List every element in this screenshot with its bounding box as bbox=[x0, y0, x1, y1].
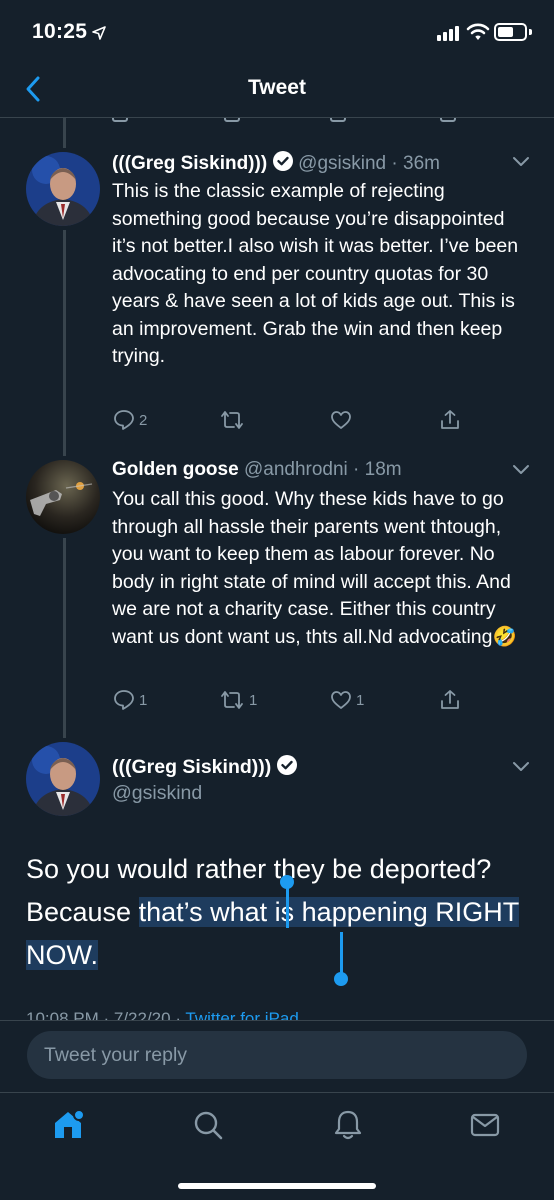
like-count: 1 bbox=[356, 691, 365, 709]
messages-icon[interactable] bbox=[467, 1107, 503, 1143]
tweet-actions: 2 bbox=[112, 408, 472, 434]
share-icon bbox=[441, 690, 459, 709]
previous-tweet-actions bbox=[0, 118, 554, 126]
page-title: Tweet bbox=[248, 76, 306, 99]
tweet-time: 36m bbox=[403, 153, 440, 174]
tweet-source-link[interactable]: Twitter for iPad bbox=[185, 1009, 298, 1020]
avatar[interactable] bbox=[26, 460, 100, 534]
home-indicator[interactable] bbox=[178, 1183, 376, 1189]
selection-end-handle[interactable] bbox=[340, 932, 343, 974]
reply-button[interactable]: 2 bbox=[112, 408, 147, 432]
thread-line bbox=[63, 118, 66, 148]
verified-badge-icon bbox=[273, 151, 294, 171]
home-icon[interactable] bbox=[50, 1107, 86, 1143]
share-button[interactable] bbox=[438, 408, 462, 432]
reply-count: 1 bbox=[139, 691, 148, 709]
tweet-actions: 1 1 1 bbox=[112, 688, 472, 714]
verified-badge-icon bbox=[277, 755, 298, 775]
chevron-down-icon[interactable] bbox=[512, 761, 530, 773]
like-button[interactable]: 1 bbox=[329, 688, 364, 712]
main-tweet-text[interactable]: So you would rather they be deported? Be… bbox=[26, 848, 536, 977]
author-handle[interactable]: @gsiskind bbox=[112, 782, 202, 805]
chevron-down-icon[interactable] bbox=[512, 156, 530, 168]
avatar[interactable] bbox=[26, 742, 100, 816]
retweet-button[interactable] bbox=[218, 408, 249, 432]
author-handle[interactable]: @andhrodni bbox=[244, 459, 348, 480]
tweet-time: 18m bbox=[364, 459, 402, 480]
cellular-signal-icon bbox=[437, 25, 459, 41]
nav-header: Tweet bbox=[0, 64, 554, 118]
tweet-text: This is the classic example of rejecting… bbox=[112, 180, 519, 367]
author-name[interactable]: (((Greg Siskind))) bbox=[112, 756, 271, 778]
thread-line bbox=[63, 538, 66, 738]
reply-input[interactable]: Tweet your reply bbox=[27, 1031, 527, 1079]
notifications-icon[interactable] bbox=[330, 1107, 366, 1143]
retweet-count: 1 bbox=[249, 691, 258, 709]
share-button[interactable] bbox=[438, 688, 462, 712]
location-arrow-icon bbox=[92, 26, 106, 40]
reply-bar: Tweet your reply bbox=[0, 1020, 554, 1092]
status-time: 10:25 bbox=[32, 20, 88, 43]
reply-icon bbox=[114, 410, 134, 430]
tweet-meta: 10:08 PM · 7/22/20 · Twitter for iPad bbox=[26, 1008, 299, 1020]
chevron-down-icon[interactable] bbox=[512, 464, 530, 476]
avatar[interactable] bbox=[26, 152, 100, 226]
retweet-button[interactable]: 1 bbox=[218, 688, 257, 712]
battery-icon bbox=[494, 23, 527, 41]
wifi-icon bbox=[466, 23, 490, 40]
share-icon bbox=[441, 410, 459, 429]
heart-icon bbox=[331, 411, 351, 429]
search-icon[interactable] bbox=[190, 1107, 226, 1143]
author-name[interactable]: (((Greg Siskind))) bbox=[112, 153, 267, 174]
reply-count: 2 bbox=[139, 411, 148, 429]
retweet-icon bbox=[221, 691, 243, 709]
author-name[interactable]: Golden goose bbox=[112, 459, 239, 480]
tweet-timestamp: 10:08 PM · 7/22/20 · bbox=[26, 1009, 186, 1020]
reply-button[interactable]: 1 bbox=[112, 688, 147, 712]
heart-icon bbox=[331, 691, 351, 709]
thread-line bbox=[63, 230, 66, 456]
tweet-text: You call this good. Why these kids have … bbox=[112, 488, 517, 648]
like-button[interactable] bbox=[329, 408, 356, 432]
reply-icon bbox=[114, 690, 134, 710]
author-handle[interactable]: @gsiskind bbox=[298, 153, 386, 174]
retweet-icon bbox=[221, 411, 243, 429]
status-bar: 10:25 bbox=[0, 0, 554, 64]
